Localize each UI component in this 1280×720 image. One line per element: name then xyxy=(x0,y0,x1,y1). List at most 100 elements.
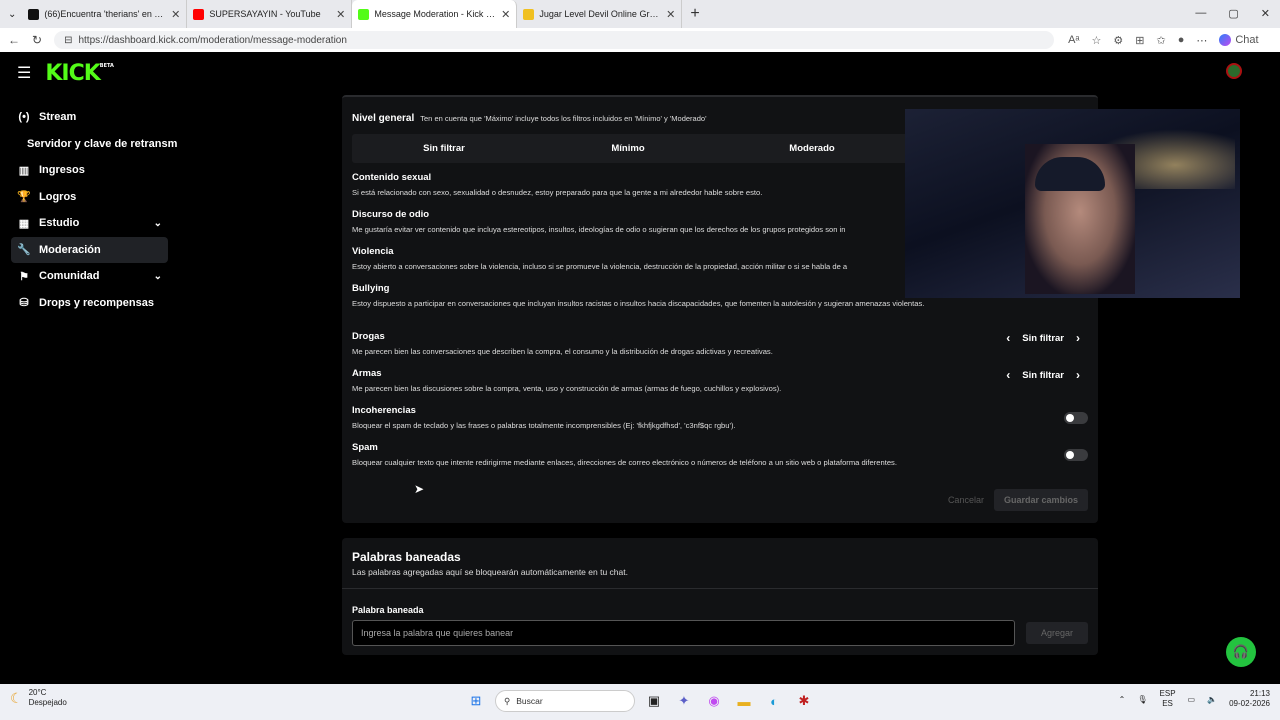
top-nav: ☰ KICKBETA xyxy=(3,53,1270,93)
close-tab-icon[interactable]: ✕ xyxy=(501,8,510,21)
form-actions: Cancelar Guardar cambios xyxy=(948,489,1088,511)
sidebar-item[interactable]: Servidor y clave de retransm xyxy=(11,131,177,158)
level-hint: Ten en cuenta que 'Máximo' incluye todos… xyxy=(420,114,707,123)
volume-icon[interactable]: 🔈 xyxy=(1207,695,1217,704)
browser-tab[interactable]: Jugar Level Devil Online Gratis - S ✕ xyxy=(517,0,683,28)
sidebar-item[interactable]: 🔧 Moderación xyxy=(11,236,168,263)
category-title: Drogas xyxy=(352,331,385,342)
task-view-icon[interactable]: ▣ xyxy=(643,690,665,712)
category-title: Bullying xyxy=(352,283,390,294)
more-icon[interactable]: ⋯ xyxy=(1196,34,1207,47)
add-banned-word-button[interactable]: Agregar xyxy=(1026,622,1088,644)
filter-category: Armas Me parecen bien las discusiones sob… xyxy=(352,368,972,394)
filter-category: Contenido sexual Si está relacionado con … xyxy=(352,172,972,198)
teams-icon[interactable]: ✦ xyxy=(673,690,695,712)
tab-favicon-icon xyxy=(523,8,535,20)
level-option[interactable]: Moderado xyxy=(720,143,904,154)
browser-tab[interactable]: SUPERSAYAYIN - YouTube ✕ xyxy=(187,0,353,28)
microphone-icon[interactable]: 🎙 xyxy=(1137,695,1147,704)
taskbar: ☾ 20°C Despejado ⊞ ⚲ Buscar ▣ ✦ ◉ ▬ ◐ ✱ … xyxy=(0,684,1280,720)
chevron-right-icon[interactable]: › xyxy=(1076,331,1080,345)
support-chat-icon[interactable]: 🎧 xyxy=(1226,637,1256,667)
app-icon[interactable]: ✱ xyxy=(793,690,815,712)
user-avatar[interactable] xyxy=(1226,63,1242,79)
extensions-icon[interactable]: ⚙ xyxy=(1113,34,1123,47)
tray-chevron-icon[interactable]: ⌃ xyxy=(1119,695,1126,704)
filter-level-selector: ‹ Sin filtrar › xyxy=(1006,331,1080,345)
read-aloud-icon[interactable]: Aᵃ xyxy=(1068,34,1079,46)
favorites-bar-icon[interactable]: ✩ xyxy=(1156,34,1165,47)
menu-icon[interactable]: ☰ xyxy=(17,63,31,83)
url-text: https://dashboard.kick.com/moderation/me… xyxy=(78,34,347,46)
tab-label: SUPERSAYAYIN - YouTube xyxy=(209,9,321,19)
clock-time: 21:13 xyxy=(1249,689,1270,698)
favorite-icon[interactable]: ☆ xyxy=(1092,34,1102,47)
sidebar-item-label: Comunidad xyxy=(39,270,100,283)
reload-icon[interactable]: ↻ xyxy=(32,33,42,47)
sidebar-item[interactable]: (•) Stream xyxy=(11,104,168,131)
sidebar-item[interactable]: ⚑ Comunidad ⌄ xyxy=(11,263,168,290)
sidebar-item[interactable]: 🏆 Logros xyxy=(11,184,168,211)
save-button[interactable]: Guardar cambios xyxy=(993,489,1088,511)
edge-icon[interactable]: ◐ xyxy=(763,690,785,712)
chat-label: Chat xyxy=(1235,34,1259,46)
banned-word-input[interactable]: Ingresa la palabra que quieres banear xyxy=(352,620,1015,646)
lang-bottom: ES xyxy=(1162,699,1173,708)
collections-icon[interactable]: ⊞ xyxy=(1135,34,1144,47)
chevron-left-icon[interactable]: ‹ xyxy=(1006,331,1010,345)
copilot-icon xyxy=(1219,34,1232,46)
chevron-left-icon[interactable]: ‹ xyxy=(1006,368,1010,382)
category-title: Discurso de odio xyxy=(352,209,430,220)
level-title: Nivel general xyxy=(352,113,415,124)
windows-start-icon[interactable]: ⊞ xyxy=(465,690,487,712)
close-tab-icon[interactable]: ✕ xyxy=(336,8,345,21)
filter-category: Discurso de odio Me gustaría evitar ver c… xyxy=(352,209,972,235)
tab-actions-icon[interactable]: ⌄ xyxy=(8,9,16,20)
maximize-icon[interactable]: ▢ xyxy=(1228,7,1238,20)
community-icon: ⚑ xyxy=(19,270,29,283)
weather-widget[interactable]: ☾ 20°C Despejado xyxy=(10,688,67,708)
clock[interactable]: 21:13 09-02-2026 xyxy=(1229,689,1270,709)
site-info-icon[interactable]: ⊟ xyxy=(64,35,72,46)
browser-tab[interactable]: (66)Encuentra 'therians' en TikTok ✕ xyxy=(22,0,188,28)
language-indicator[interactable]: ESP ES xyxy=(1160,689,1176,709)
filter-category: Drogas Me parecen bien las conversaciones… xyxy=(352,331,972,357)
chevron-right-icon[interactable]: › xyxy=(1076,368,1080,382)
kick-logo[interactable]: KICKBETA xyxy=(45,61,114,86)
category-title: Incoherencias xyxy=(352,405,416,416)
minimize-icon[interactable]: — xyxy=(1195,7,1206,20)
browser-tab[interactable]: Message Moderation - Kick Dashb ✕ xyxy=(352,0,518,28)
weather-temp: 20°C xyxy=(28,688,47,697)
system-tray: ⌃ 🎙 ESP ES ▭ 🔈 21:13 09-02-2026 xyxy=(1119,689,1270,709)
filter-toggle[interactable] xyxy=(1064,412,1088,424)
file-explorer-icon[interactable]: ▬ xyxy=(733,690,755,712)
back-icon[interactable]: ← xyxy=(8,33,20,47)
sidebar-item[interactable]: ▦ Estudio ⌄ xyxy=(11,210,168,237)
sidebar-item[interactable]: ⛁ Drops y recompensas xyxy=(11,290,168,317)
chevron-down-icon[interactable]: ⌄ xyxy=(154,271,162,282)
filter-toggle[interactable] xyxy=(1064,449,1088,461)
taskbar-search[interactable]: ⚲ Buscar xyxy=(495,690,635,712)
tab-favicon-icon xyxy=(28,8,40,20)
copilot-taskbar-icon[interactable]: ◉ xyxy=(703,690,725,712)
close-tab-icon[interactable]: ✕ xyxy=(171,8,180,21)
category-description: Me parecen bien las conversaciones que d… xyxy=(352,347,773,356)
category-description: Bloquear el spam de teclado y las frases… xyxy=(352,421,736,430)
cancel-button[interactable]: Cancelar xyxy=(948,495,984,505)
wrench-icon: 🔧 xyxy=(17,244,31,257)
close-tab-icon[interactable]: ✕ xyxy=(666,8,675,21)
sidebar-item-label: Moderación xyxy=(39,243,101,256)
chevron-down-icon[interactable]: ⌄ xyxy=(154,218,162,229)
network-icon[interactable]: ▭ xyxy=(1188,695,1196,704)
sidebar-item-label: Ingresos xyxy=(39,164,85,177)
sidebar-item[interactable]: ▥ Ingresos xyxy=(11,157,168,184)
profile-icon[interactable]: ● xyxy=(1178,34,1185,46)
level-option[interactable]: Mínimo xyxy=(536,143,720,154)
copilot-chat-button[interactable]: Chat xyxy=(1219,34,1259,46)
category-description: Estoy dispuesto a participar en conversa… xyxy=(352,299,925,308)
close-window-icon[interactable]: ✕ xyxy=(1261,7,1270,20)
level-header: Nivel general Ten en cuenta que 'Máximo'… xyxy=(352,113,707,124)
level-option[interactable]: Sin filtrar xyxy=(352,143,536,154)
url-field[interactable]: ⊟ https://dashboard.kick.com/moderation/… xyxy=(54,31,1055,49)
new-tab-button[interactable]: + xyxy=(690,5,699,23)
